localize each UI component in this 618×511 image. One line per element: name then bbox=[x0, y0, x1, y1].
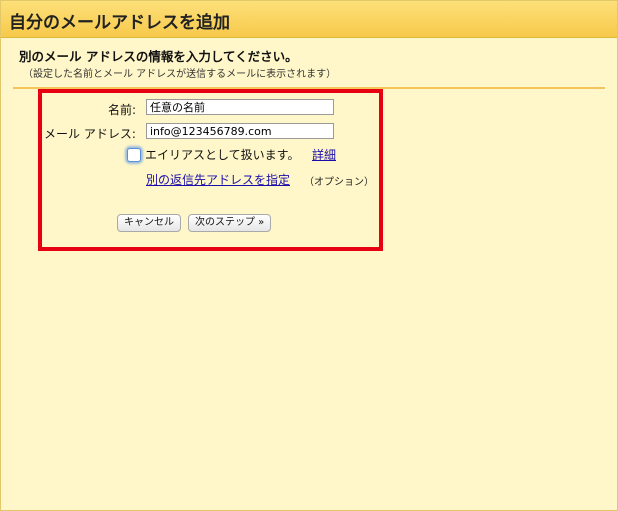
cancel-button[interactable]: キャンセル bbox=[117, 214, 181, 232]
details-link[interactable]: 詳細 bbox=[312, 146, 336, 163]
dialog-title: 自分のメールアドレスを追加 bbox=[9, 13, 230, 33]
name-input[interactable] bbox=[146, 99, 334, 115]
alias-checkbox-label: エイリアスとして扱います。 bbox=[145, 148, 300, 162]
email-input[interactable] bbox=[146, 123, 334, 139]
form-heading: 別のメール アドレスの情報を入力してください。 bbox=[19, 49, 298, 64]
form-subheading: （設定した名前とメール アドレスが送信するメールに表示されます） bbox=[23, 69, 337, 80]
title-bar: 自分のメールアドレスを追加 bbox=[1, 1, 617, 38]
email-label: メール アドレス: bbox=[44, 127, 136, 141]
optional-note: （オプション） bbox=[304, 177, 374, 188]
name-label: 名前: bbox=[108, 103, 137, 117]
next-step-button[interactable]: 次のステップ » bbox=[188, 214, 272, 232]
add-email-dialog: 自分のメールアドレスを追加 別のメール アドレスの情報を入力してください。 （設… bbox=[0, 0, 618, 511]
alias-checkbox[interactable] bbox=[127, 148, 141, 162]
reply-to-link[interactable]: 別の返信先アドレスを指定 bbox=[146, 171, 290, 188]
